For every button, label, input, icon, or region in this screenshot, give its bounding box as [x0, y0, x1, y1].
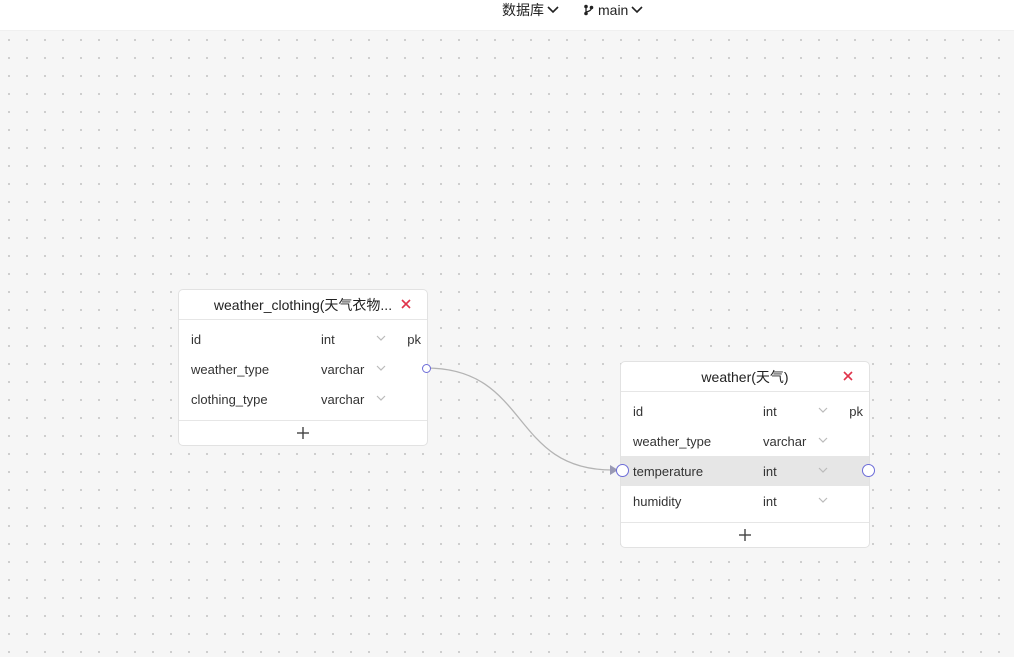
relation-edge-weather-type[interactable] [425, 367, 613, 471]
connection-port[interactable] [616, 464, 629, 477]
chevron-down-icon[interactable] [376, 395, 386, 402]
er-diagram-canvas[interactable]: weather_clothing(天气衣物... id int pk weath… [0, 31, 1014, 657]
chevron-down-icon[interactable] [818, 407, 828, 414]
primary-key-badge: pk [849, 403, 863, 419]
branch-label: main [598, 2, 629, 18]
chevron-down-icon [547, 6, 559, 14]
add-field-bar[interactable] [621, 522, 869, 547]
field-type[interactable]: int [321, 332, 335, 347]
field-name[interactable]: weather_type [191, 362, 269, 377]
database-label: 数据库 [502, 2, 544, 18]
field-name[interactable]: weather_type [633, 434, 711, 449]
chevron-down-icon[interactable] [818, 497, 828, 504]
field-row-highlighted[interactable]: temperature int [616, 456, 875, 486]
field-type[interactable]: varchar [321, 392, 364, 407]
field-type[interactable]: varchar [763, 434, 806, 449]
field-type[interactable]: int [763, 494, 777, 509]
close-icon[interactable] [841, 369, 855, 383]
chevron-down-icon[interactable] [818, 437, 828, 444]
field-row[interactable]: clothing_type varchar [179, 384, 427, 414]
field-row[interactable]: id int pk [621, 396, 869, 426]
top-toolbar: 数据库 main [0, 0, 1014, 31]
database-dropdown[interactable]: 数据库 [502, 0, 559, 20]
branch-dropdown[interactable]: main [583, 0, 643, 20]
chevron-down-icon [631, 6, 643, 14]
table-node-weather[interactable]: weather(天气) id int pk weather_type varch… [616, 361, 875, 548]
field-row[interactable]: weather_type varchar [621, 426, 869, 456]
table-node-weather-clothing[interactable]: weather_clothing(天气衣物... id int pk weath… [178, 289, 431, 446]
table-title: weather_clothing(天气衣物... [213, 296, 393, 313]
field-row[interactable]: id int pk [179, 324, 427, 354]
field-name[interactable]: id [633, 404, 643, 419]
connection-port[interactable] [422, 364, 431, 373]
plus-icon[interactable] [738, 528, 752, 542]
field-name[interactable]: clothing_type [191, 392, 268, 407]
field-name[interactable]: temperature [633, 464, 703, 479]
field-name[interactable]: id [191, 332, 201, 347]
field-row[interactable]: weather_type varchar [179, 354, 431, 384]
table-header[interactable]: weather(天气) [621, 362, 869, 392]
field-type[interactable]: varchar [321, 362, 364, 377]
field-name[interactable]: humidity [633, 494, 681, 509]
plus-icon[interactable] [296, 426, 310, 440]
chevron-down-icon[interactable] [818, 467, 828, 474]
relation-edges [425, 367, 618, 475]
primary-key-badge: pk [407, 331, 421, 347]
table-title: weather(天气) [701, 368, 789, 385]
close-icon[interactable] [399, 297, 413, 311]
connection-port[interactable] [862, 464, 875, 477]
add-field-bar[interactable] [179, 420, 427, 445]
field-row[interactable]: humidity int [621, 486, 869, 516]
field-type[interactable]: int [763, 464, 777, 479]
chevron-down-icon[interactable] [376, 335, 386, 342]
git-branch-icon [584, 4, 594, 16]
table-header[interactable]: weather_clothing(天气衣物... [179, 290, 427, 320]
chevron-down-icon[interactable] [376, 365, 386, 372]
field-type[interactable]: int [763, 404, 777, 419]
